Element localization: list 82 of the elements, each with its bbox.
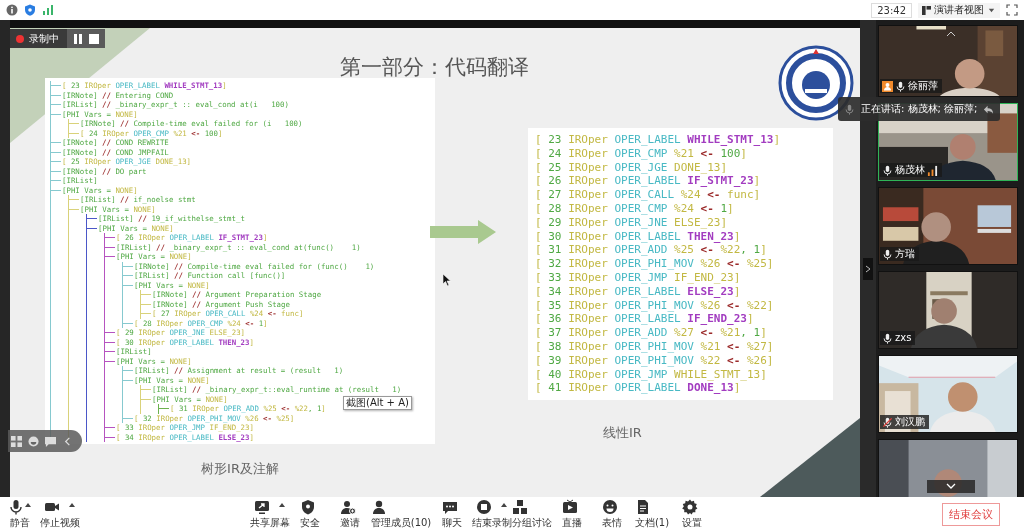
participant-name: 杨茂林 <box>895 164 925 176</box>
code-line: [ 39 IROper OPER_PHI_MOV %22 <- %26] <box>534 353 775 368</box>
end-meeting-button[interactable]: 结束会议 <box>942 502 1000 526</box>
code-line: [ 29 IROper OPER_JNE ELSE_23] <box>534 215 729 230</box>
code-line: [ 26 IROper OPER_LABEL IF_STMT_23] <box>534 174 762 189</box>
video-tile[interactable]: 刘汉鹏 <box>878 355 1018 433</box>
arrow-icon <box>430 220 496 244</box>
caret-icon <box>68 501 76 508</box>
collapse-button[interactable] <box>927 480 975 493</box>
panel-caption: 线性IR <box>603 424 643 443</box>
code-line: [ 40 IROper OPER_JMP WHILE_STMT_13] <box>534 367 768 382</box>
chevron-up-icon[interactable] <box>946 31 956 37</box>
toolbar-button[interactable]: 分组讨论 <box>512 498 552 530</box>
signal-icon[interactable] <box>42 4 54 16</box>
cursor-icon <box>443 274 451 286</box>
code-line: [ 33 IROper OPER_JMP IF_END_23] <box>534 270 742 285</box>
toolbar-button[interactable]: 共享屏幕 <box>250 498 290 530</box>
grid-icon[interactable] <box>11 435 22 447</box>
chat-icon[interactable] <box>45 435 56 447</box>
fullscreen-icon[interactable] <box>1006 4 1018 16</box>
participant-name: 刘汉鹏 <box>895 416 925 428</box>
view-button[interactable]: 演讲者视图 <box>918 2 1000 18</box>
meeting-time: 23:42 <box>871 2 912 18</box>
slide-title: 第一部分：代码翻译 <box>340 56 529 78</box>
toolbar-button[interactable]: 安全 <box>290 498 330 530</box>
code-line: [ 30 IROper OPER_LABEL THEN_23] <box>534 229 742 244</box>
code-line: [ 23 IROper OPER_LABEL WHILE_STMT_13] <box>534 133 782 147</box>
video-tile[interactable]: 方瑞 <box>878 187 1018 265</box>
code-line: [ 25 IROper OPER_JGE DONE_13] <box>534 160 729 175</box>
participants-icon <box>370 498 387 515</box>
code-line: [ 35 IROper OPER_PHI_MOV %26 <- %22] <box>534 298 775 313</box>
stop-icon[interactable] <box>89 33 99 44</box>
record-dot-icon <box>16 34 24 43</box>
toolbar-button[interactable]: 表情 <box>592 498 632 530</box>
info-icon[interactable] <box>6 4 18 16</box>
toolbar-button[interactable]: 静音 <box>0 498 40 530</box>
code-line: [ 37 IROper OPER_ADD %27 <- %21, 1] <box>534 326 768 340</box>
code-line: [ 31 IROper OPER_ADD %25 <- %22, 1] <box>534 243 768 258</box>
logo-icon <box>777 45 855 121</box>
mic-icon <box>8 498 24 515</box>
video-tile[interactable]: zxs <box>878 271 1018 349</box>
toolbar-button[interactable]: 邀请 <box>330 498 370 530</box>
chevron-down-icon <box>946 483 956 490</box>
toolbar-button[interactable]: 结束录制 <box>472 498 512 530</box>
code-line: [ 41 IROper OPER_LABEL DONE_13] <box>534 381 742 396</box>
toolbar-button[interactable]: 管理成员(10) <box>370 498 432 530</box>
participant-name: 方瑞 <box>895 248 915 260</box>
code-line: [ 38 IROper OPER_PHI_MOV %21 <- %27] <box>534 339 775 354</box>
recording-label: 录制中 <box>29 31 59 46</box>
tooltip: 截图(Alt + A) <box>343 396 412 410</box>
participant-name: 徐丽萍 <box>908 80 938 92</box>
toolbar-button[interactable]: 聊天 <box>432 498 472 530</box>
video-tile[interactable]: 徐丽萍 <box>878 25 1018 97</box>
toolbar-button[interactable]: 设置 <box>672 498 712 530</box>
mic-icon <box>882 248 893 260</box>
mic-icon <box>882 164 893 176</box>
expand-button[interactable] <box>863 258 873 280</box>
panel-caption: 树形IR及注解 <box>201 460 279 478</box>
breakout-icon <box>512 498 528 515</box>
shield-icon[interactable] <box>24 4 36 16</box>
toolbar-button[interactable]: 直播 <box>552 498 592 530</box>
code-line: [ 34 IROper OPER_LABEL ELSE_23] <box>534 284 742 299</box>
return-icon[interactable] <box>983 103 995 115</box>
chevron-left-icon[interactable] <box>62 435 73 447</box>
participant-name: zxs <box>895 332 912 344</box>
code-line: [ 28 IROper OPER_CMP %24 <- 1] <box>534 202 735 216</box>
signal-icon <box>927 164 938 176</box>
pause-icon[interactable] <box>73 33 83 44</box>
code-line: [ 36 IROper OPER_LABEL IF_END_23] <box>534 312 755 327</box>
mic-icon <box>844 103 855 115</box>
mic-icon <box>882 332 893 344</box>
toolbar-button[interactable]: 文档(1) <box>632 498 672 530</box>
caret-icon <box>24 501 32 508</box>
caret-icon <box>278 501 286 508</box>
emoji-icon[interactable] <box>28 435 39 447</box>
mic-icon <box>895 80 906 92</box>
code-line: [ 27 IROper OPER_CALL %24 <- func] <box>534 188 762 202</box>
code-line: [ 32 IROper OPER_PHI_MOV %26 <- %25] <box>534 257 775 271</box>
code-line: [ 24 IROper OPER_CMP %21 <- 100] <box>534 146 748 161</box>
caret-icon <box>500 501 508 508</box>
layout-icon <box>922 5 931 15</box>
toolbar-button[interactable]: 停止视频 <box>40 498 80 530</box>
